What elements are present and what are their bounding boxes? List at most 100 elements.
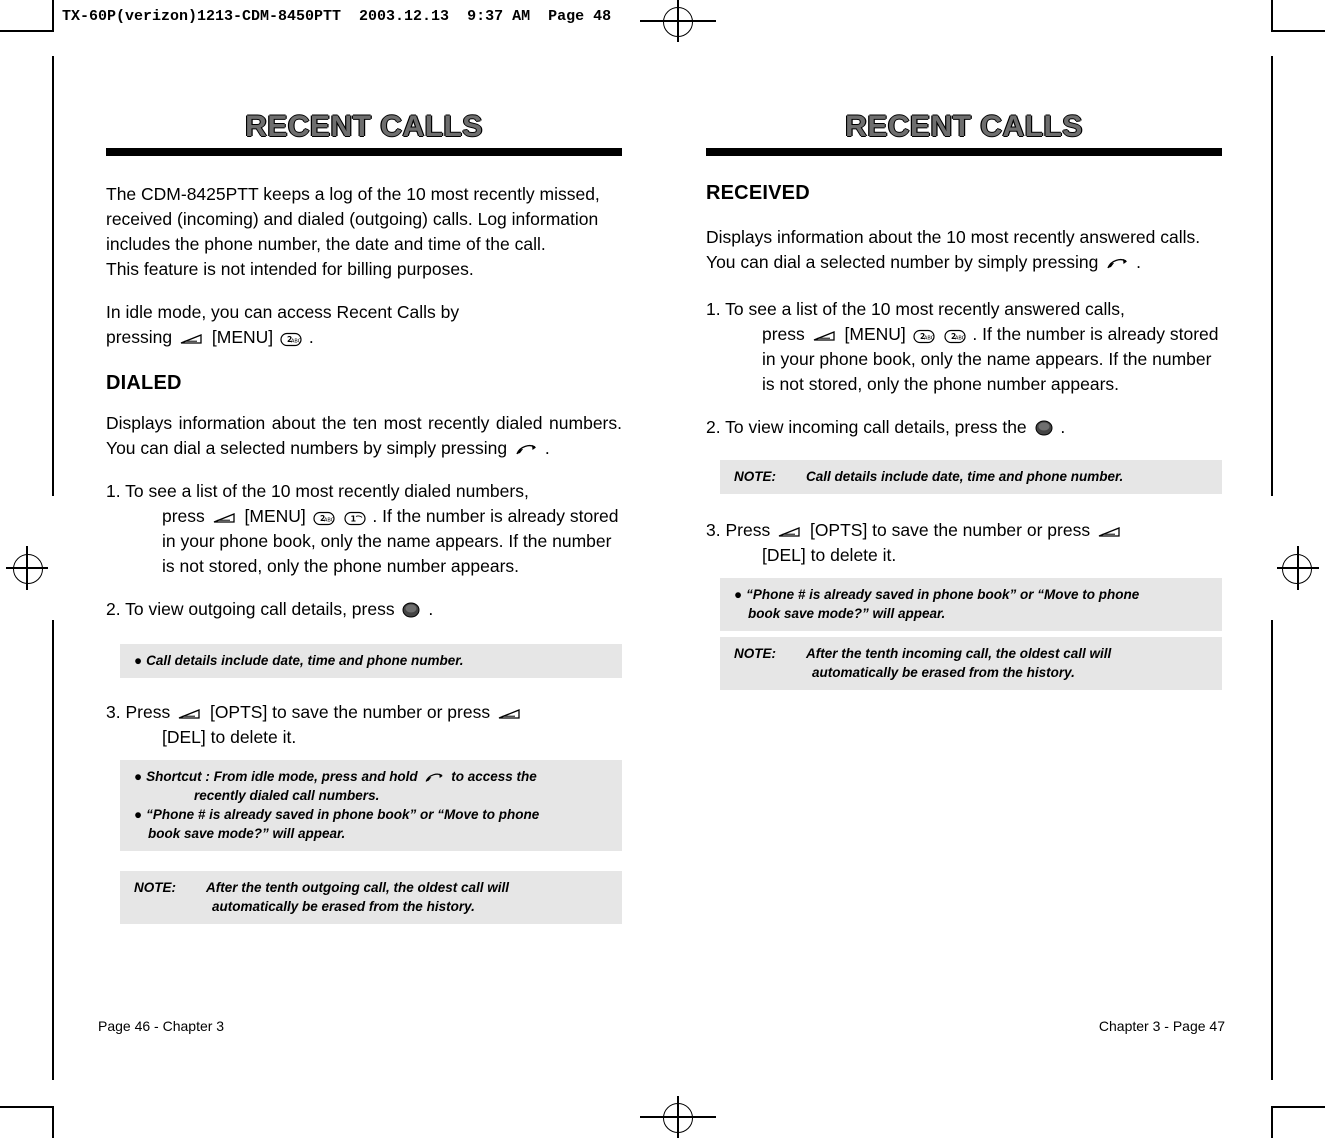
- right-note-tenth-a: After the tenth incoming call, the oldes…: [806, 646, 1112, 661]
- right-title-rule: [706, 148, 1222, 156]
- crop-mark-bottom-right-vertical: [1271, 1106, 1273, 1138]
- right-step3-del: [DEL] to delete it.: [762, 545, 897, 565]
- crop-mark-bottom-right-horizontal: [1273, 1106, 1325, 1108]
- navigation-key-icon[interactable]: [401, 601, 421, 619]
- soft-key-icon[interactable]: [497, 707, 523, 722]
- right-step-2: 2. To view incoming call details, press …: [706, 415, 1222, 440]
- crop-mark-top-left-horizontal: [0, 30, 52, 32]
- left-dialed-desc-period: .: [544, 438, 550, 458]
- key-2abc-icon[interactable]: 2 ABC: [913, 329, 935, 344]
- crop-mark-top-left-vertical: [52, 0, 54, 32]
- right-step1-line1: 1. To see a list of the 10 most recently…: [706, 299, 1125, 319]
- left-note-shortcut-b: to access the: [451, 769, 537, 784]
- crop-mark-bottom-left-vertical: [52, 1106, 54, 1138]
- right-note-phonebook-a: “Phone # is already saved in phone book”…: [746, 587, 1140, 602]
- left-step2-period: .: [428, 599, 434, 619]
- send-key-icon[interactable]: [1105, 256, 1129, 272]
- left-idle-line2-a: pressing: [106, 327, 173, 347]
- left-step3-del: [DEL] to delete it.: [162, 727, 297, 747]
- send-key-icon[interactable]: [514, 442, 538, 458]
- left-note-phonebook-row: ● “Phone # is already saved in phone book…: [134, 805, 612, 843]
- left-step1-line1: 1. To see a list of the 10 most recently…: [106, 481, 529, 501]
- left-step1-menu: [MENU]: [244, 506, 306, 526]
- left-page-title: RECENT CALLS: [245, 110, 483, 143]
- crop-mark-right-bottom-rule: [1271, 620, 1273, 1080]
- left-note-shortcut-c: recently dialed call numbers.: [194, 788, 380, 803]
- crop-mark-left-bottom-rule: [52, 620, 54, 1080]
- left-intro-text: The CDM-8425PTT keeps a log of the 10 mo…: [106, 184, 600, 254]
- left-note-shortcut-row: ● Shortcut : From idle mode, press and ho…: [134, 767, 612, 805]
- crop-mark-right-top-rule: [1271, 56, 1273, 496]
- key-2abc-icon[interactable]: 2 ABC: [313, 511, 335, 526]
- note-label: NOTE:: [134, 880, 176, 895]
- left-step1-body: press [MENU] 2 ABC 1 . If the number is a…: [134, 504, 622, 579]
- note-label: NOTE:: [734, 646, 776, 661]
- left-intro-paragraph: The CDM-8425PTT keeps a log of the 10 mo…: [106, 182, 622, 257]
- left-note-phonebook-b: book save mode?” will appear.: [148, 826, 346, 841]
- left-step3-opts: [OPTS] to save the number or press: [209, 702, 491, 722]
- right-step-3: 3. Press [OPTS] to save the number or pr…: [706, 518, 1222, 568]
- soft-key-icon[interactable]: [1097, 525, 1123, 540]
- right-received-desc-period: .: [1136, 252, 1141, 272]
- soft-key-icon[interactable]: [177, 707, 203, 722]
- bullet-icon: ●: [134, 769, 143, 784]
- key-1-icon[interactable]: 1: [343, 511, 366, 526]
- soft-key-icon[interactable]: [212, 511, 238, 526]
- right-step3-opts: [OPTS] to save the number or press: [809, 520, 1091, 540]
- right-page-footer: Chapter 3 - Page 47: [1098, 1018, 1225, 1034]
- left-idle-paragraph: In idle mode, you can access Recent Call…: [106, 300, 622, 350]
- left-note-tenth-a: After the tenth outgoing call, the oldes…: [206, 880, 510, 895]
- right-note-call-details-text: Call details include date, time and phon…: [806, 469, 1124, 484]
- crop-mark-top-right-horizontal: [1273, 30, 1325, 32]
- soft-key-icon[interactable]: [777, 525, 803, 540]
- left-step1-press: press: [162, 506, 205, 526]
- navigation-key-icon[interactable]: [1034, 419, 1054, 437]
- bullet-icon: ●: [734, 587, 743, 602]
- left-note-shortcut-a: Shortcut : From idle mode, press and hol…: [146, 769, 418, 784]
- right-step2-period: .: [1060, 417, 1066, 437]
- left-note-call-details: ● Call details include date, time and pho…: [120, 644, 622, 678]
- note-label: NOTE:: [734, 469, 776, 484]
- left-idle-line1: In idle mode, you can access Recent Call…: [106, 302, 460, 322]
- crop-mark-bottom-left-horizontal: [0, 1106, 52, 1108]
- soft-key-icon[interactable]: [812, 329, 838, 344]
- svg-text:ABC: ABC: [291, 339, 302, 345]
- svg-text:ABC: ABC: [955, 336, 966, 342]
- bullet-icon: ●: [134, 807, 143, 822]
- right-step1-body: press [MENU] 2 ABC 2 ABC . If the number i…: [734, 322, 1222, 397]
- soft-key-icon[interactable]: [179, 332, 205, 347]
- crop-mark-left-top-rule: [52, 56, 54, 496]
- right-page-title: RECENT CALLS: [845, 110, 1083, 143]
- svg-text:ABC: ABC: [924, 336, 935, 342]
- left-intro2-paragraph: This feature is not intended for billing…: [106, 257, 622, 282]
- registration-mark-left: [6, 540, 48, 596]
- left-note-tenth-b: automatically be erased from the history…: [212, 899, 475, 914]
- left-step3-press: 3. Press: [106, 702, 171, 722]
- right-note-call-details: NOTE: Call details include date, time and…: [720, 460, 1222, 494]
- send-key-icon[interactable]: [423, 771, 445, 785]
- left-subhead-dialed: DIALED: [106, 372, 182, 394]
- right-step1-press: press: [762, 324, 805, 344]
- right-subhead-received: RECEIVED: [706, 182, 810, 204]
- right-note-phonebook-row: ● “Phone # is already saved in phone book…: [734, 585, 1212, 623]
- left-dialed-description: Displays information about the ten most …: [106, 411, 622, 461]
- right-note-tenth-b: automatically be erased from the history…: [812, 665, 1075, 680]
- left-idle-line2-b: [MENU]: [211, 327, 274, 347]
- left-note-tenth-row: NOTE: After the tenth outgoing call, the …: [134, 878, 612, 916]
- left-note-tenth-call: NOTE: After the tenth outgoing call, the …: [120, 871, 622, 924]
- right-step2-text: 2. To view incoming call details, press …: [706, 417, 1027, 437]
- left-note-call-details-text: Call details include date, time and phon…: [146, 653, 464, 668]
- left-step-3: 3. Press [OPTS] to save the number or pr…: [106, 700, 622, 750]
- right-received-description: Displays information about the 10 most r…: [706, 225, 1222, 275]
- left-page-column: RECENT CALLS The CDM-8425PTT keeps a log…: [106, 110, 622, 938]
- svg-text:1: 1: [350, 515, 356, 524]
- right-step1-menu: [MENU]: [844, 324, 906, 344]
- right-note-tenth-call: NOTE: After the tenth incoming call, the …: [720, 637, 1222, 690]
- left-step-1: 1. To see a list of the 10 most recently…: [106, 479, 622, 579]
- printer-header-text: TX-60P(verizon)1213-CDM-8450PTT 2003.12.…: [62, 8, 612, 25]
- key-2abc-icon[interactable]: 2 ABC: [943, 329, 966, 344]
- left-note-call-details-row: ● Call details include date, time and pho…: [134, 651, 612, 670]
- key-2abc-icon[interactable]: 2 ABC: [280, 332, 302, 347]
- right-page-column: RECENT CALLS RECEIVED Displays informati…: [706, 110, 1222, 704]
- right-step-1: 1. To see a list of the 10 most recently…: [706, 297, 1222, 397]
